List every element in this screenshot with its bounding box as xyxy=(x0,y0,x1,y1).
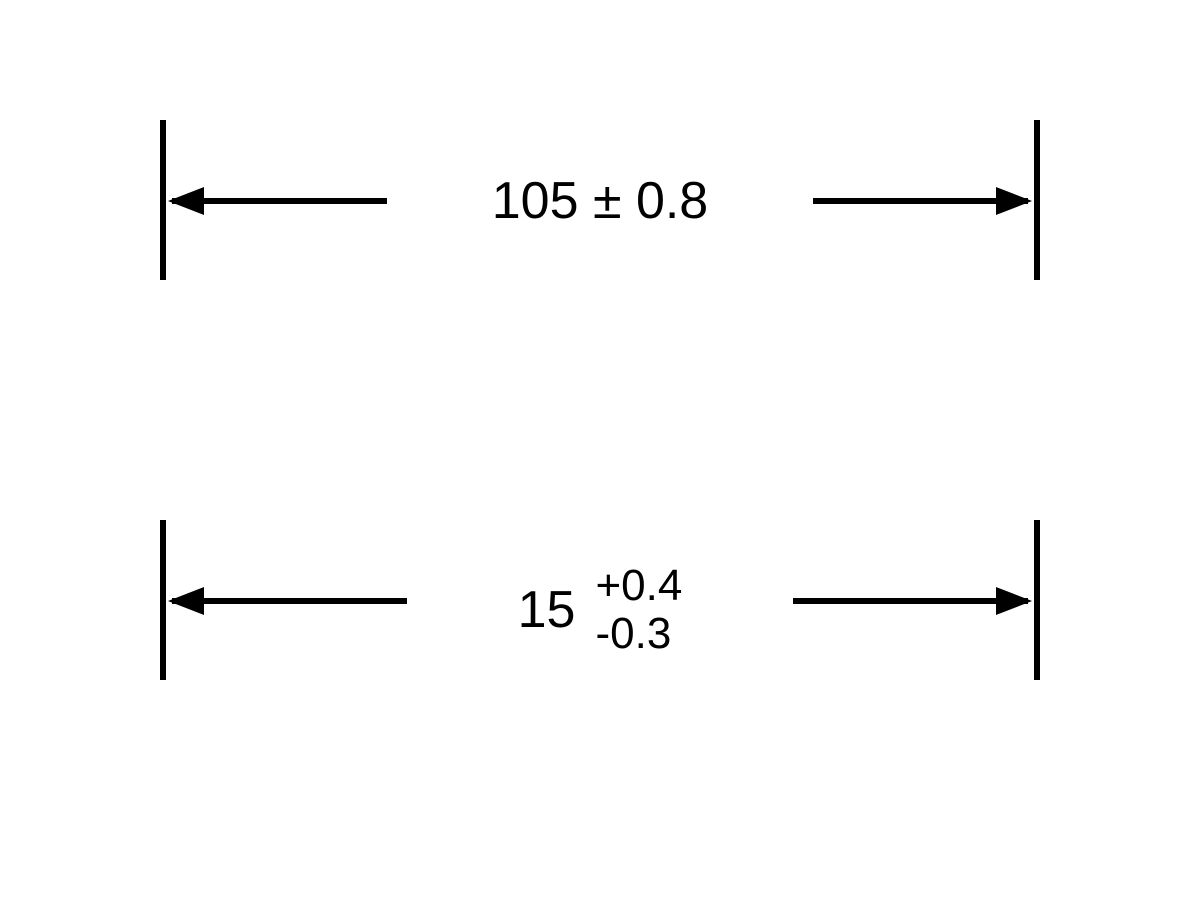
dimension-value-bilateral: 15 +0.4 -0.3 xyxy=(160,562,1040,659)
dimension-value-symmetric: 105 ± 0.8 xyxy=(160,170,1040,232)
tolerance-stack: +0.4 -0.3 xyxy=(595,562,682,659)
lower-tolerance: -0.3 xyxy=(595,610,682,658)
nominal-value: 15 xyxy=(518,580,576,640)
upper-tolerance: +0.4 xyxy=(595,562,682,610)
